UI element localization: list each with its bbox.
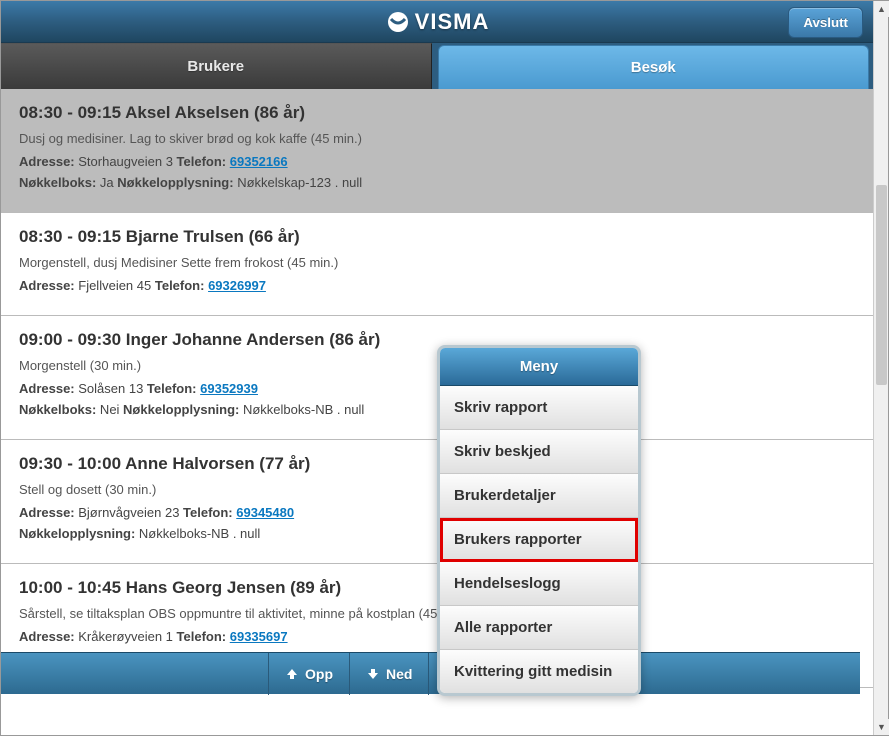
visit-title: 08:30 - 09:15 Bjarne Trulsen (66 år) <box>19 227 857 247</box>
scroll-up-button[interactable]: ▲ <box>874 1 889 17</box>
phone-link[interactable]: 69352939 <box>200 381 258 396</box>
avslutt-button[interactable]: Avslutt <box>788 7 863 38</box>
scrollbar[interactable]: ▲ ▼ <box>873 1 888 735</box>
tab-besok[interactable]: Besøk <box>438 45 870 89</box>
opp-label: Opp <box>305 666 333 682</box>
menu-popup: Meny Skriv rapportSkriv beskjedBrukerdet… <box>437 345 641 696</box>
header-bar: VISMA Avslutt <box>1 1 875 43</box>
arrow-down-icon <box>366 667 380 681</box>
logo-icon <box>387 11 409 33</box>
menu-item[interactable]: Brukerdetaljer <box>440 474 638 518</box>
phone-link[interactable]: 69345480 <box>236 505 294 520</box>
visit-key-line: Nøkkelboks: Ja Nøkkelopplysning: Nøkkels… <box>19 175 857 190</box>
visit-title: 08:30 - 09:15 Aksel Akselsen (86 år) <box>19 103 857 123</box>
logo-text: VISMA <box>415 9 490 35</box>
menu-item[interactable]: Skriv beskjed <box>440 430 638 474</box>
ned-button[interactable]: Ned <box>349 653 428 695</box>
menu-item[interactable]: Hendelseslogg <box>440 562 638 606</box>
ned-label: Ned <box>386 666 412 682</box>
phone-link[interactable]: 69352166 <box>230 154 288 169</box>
visit-description: Morgenstell, dusj Medisiner Sette frem f… <box>19 255 857 270</box>
visit-description: Dusj og medisiner. Lag to skiver brød og… <box>19 131 857 146</box>
visit-item[interactable]: 08:30 - 09:15 Bjarne Trulsen (66 år) Morg… <box>1 213 875 316</box>
visit-item[interactable]: 08:30 - 09:15 Aksel Akselsen (86 år) Dusj… <box>1 89 875 213</box>
tab-bar: Brukere Besøk <box>1 43 875 89</box>
scroll-down-button[interactable]: ▼ <box>874 719 889 735</box>
visit-address-line: Adresse: Fjellveien 45 Telefon: 69326997 <box>19 278 857 293</box>
menu-item[interactable]: Skriv rapport <box>440 386 638 430</box>
visma-logo: VISMA <box>387 9 490 35</box>
arrow-up-icon <box>285 667 299 681</box>
bottom-bar: Opp Ned Tid Meny <box>1 652 860 694</box>
menu-item[interactable]: Alle rapporter <box>440 606 638 650</box>
tab-brukere[interactable]: Brukere <box>1 43 432 89</box>
menu-item[interactable]: Brukers rapporter <box>440 518 638 562</box>
menu-title: Meny <box>440 348 638 386</box>
phone-link[interactable]: 69335697 <box>230 629 288 644</box>
scroll-thumb[interactable] <box>876 185 887 385</box>
phone-link[interactable]: 69326997 <box>208 278 266 293</box>
visit-address-line: Adresse: Storhaugveien 3 Telefon: 693521… <box>19 154 857 169</box>
menu-item[interactable]: Kvittering gitt medisin <box>440 650 638 693</box>
opp-button[interactable]: Opp <box>268 653 349 695</box>
